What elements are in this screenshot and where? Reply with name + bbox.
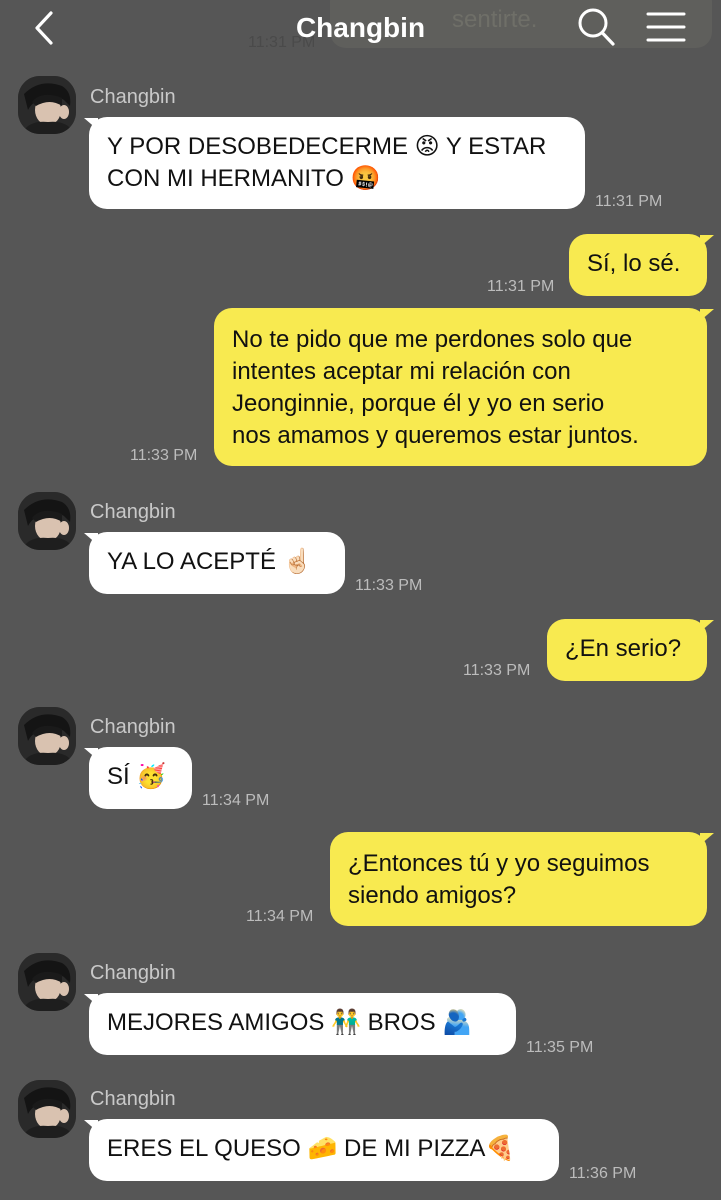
message-bubble-incoming[interactable]: SÍ 🥳 — [89, 747, 192, 809]
message-line: SÍ 🥳 — [107, 763, 167, 790]
message-line: No te pido que me perdones solo que — [232, 326, 633, 353]
message-time: 11:35 PM — [526, 1039, 594, 1056]
search-icon — [578, 8, 615, 46]
message-time: 11:33 PM — [463, 662, 531, 679]
message-time: 11:34 PM — [246, 908, 314, 925]
menu-button[interactable] — [644, 8, 688, 46]
message-line: intentes aceptar mi relación con — [232, 358, 571, 385]
message-line: ERES EL QUESO 🧀 DE MI PIZZA🍕 — [107, 1135, 516, 1162]
message-time: 11:36 PM — [569, 1165, 637, 1182]
message-line: Jeonginnie, porque él y yo en serio — [232, 390, 605, 417]
avatar[interactable] — [18, 492, 76, 550]
profile-photo — [18, 953, 76, 1011]
bubble-tail — [700, 833, 714, 845]
avatar[interactable] — [18, 707, 76, 765]
profile-photo — [18, 76, 76, 134]
message-line: ¿Entonces tú y yo seguimos — [348, 850, 650, 877]
message-line: siendo amigos? — [348, 882, 517, 909]
message-time: 11:34 PM — [202, 792, 270, 809]
message-bubble-incoming[interactable]: MEJORES AMIGOS 👬 BROS 🫂 — [89, 993, 516, 1055]
message-time: 11:33 PM — [130, 447, 198, 464]
sender-name: Changbin — [90, 716, 176, 738]
chat-header: sentirte. 11:31 PM Changbin — [0, 0, 721, 56]
message-time: 11:33 PM — [355, 577, 423, 594]
bubble-tail — [700, 309, 714, 321]
profile-photo — [18, 492, 76, 550]
message-bubble-incoming[interactable]: YA LO ACEPTÉ ☝🏻 — [89, 532, 345, 594]
message-bubble-incoming[interactable]: ERES EL QUESO 🧀 DE MI PIZZA🍕 — [89, 1119, 559, 1181]
message-time: 11:31 PM — [487, 278, 555, 295]
sender-name: Changbin — [90, 962, 176, 984]
sender-name: Changbin — [90, 86, 176, 108]
sender-name: Changbin — [90, 501, 176, 523]
hamburger-menu-icon — [646, 12, 686, 42]
message-bubble-incoming[interactable]: Y POR DESOBEDECERME 😡 Y ESTAR CON MI HER… — [89, 117, 585, 209]
message-bubble-outgoing[interactable]: ¿En serio? — [547, 619, 707, 681]
message-time: 11:31 PM — [595, 193, 663, 210]
sender-name: Changbin — [90, 1088, 176, 1110]
message-line: Sí, lo sé. — [587, 250, 681, 277]
message-bubble-outgoing[interactable]: ¿Entonces tú y yo seguimos siendo amigos… — [330, 832, 707, 926]
message-line: YA LO ACEPTÉ ☝🏻 — [107, 548, 313, 575]
message-bubble-outgoing[interactable]: Sí, lo sé. — [569, 234, 707, 296]
profile-photo — [18, 707, 76, 765]
bubble-tail — [700, 235, 714, 247]
avatar[interactable] — [18, 76, 76, 134]
message-line: CON MI HERMANITO 🤬 — [107, 165, 381, 192]
avatar[interactable] — [18, 953, 76, 1011]
avatar[interactable] — [18, 1080, 76, 1138]
profile-photo — [18, 1080, 76, 1138]
message-line: MEJORES AMIGOS 👬 BROS 🫂 — [107, 1009, 473, 1036]
message-line: nos amamos y queremos estar juntos. — [232, 422, 639, 449]
message-line: ¿En serio? — [565, 635, 682, 662]
search-button[interactable] — [576, 6, 616, 48]
message-bubble-outgoing[interactable]: No te pido que me perdones solo que inte… — [214, 308, 707, 466]
message-line: Y POR DESOBEDECERME 😡 Y ESTAR — [107, 133, 547, 160]
bubble-tail — [700, 620, 714, 632]
